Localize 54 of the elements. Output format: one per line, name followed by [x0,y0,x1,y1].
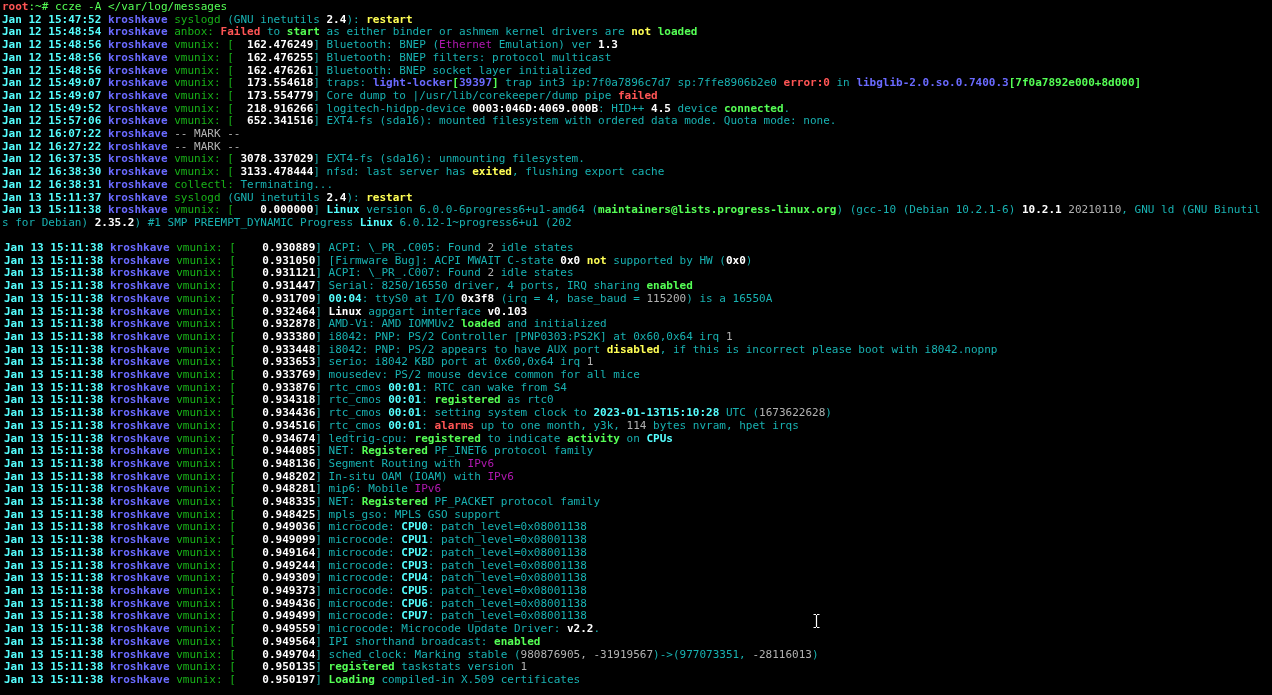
log-line: Jan 12 16:27:22 kroshkave -- MARK -- [2,140,241,154]
log-line: Jan 13 15:11:38 kroshkave vmunix: [ 0.949559] microcode: Microcode Update Driver: v2.2. [4,623,601,636]
log-line: Jan 13 15:11:38 kroshkave vmunix: [ 0.931121] ACPI: \_PR_.C007: Found 2 idle states [4,267,574,281]
log-line: Jan 13 15:11:38 kroshkave vmunix: [ 0.934516] rtc_cmos 00:01: alarms up to one month, y3k, 114 bytes nvram, hpet irqs [4,419,799,433]
log-line: s for Debian) 2.35.2) #1 SMP PREEMPT_DYNAMIC Progress Linux 6.0.12-1~progress6+u1 (202 [2,216,572,230]
log-line: Jan 13 15:11:38 kroshkave vmunix: [ 0.944085] NET: Registered PF_INET6 protocol family [4,445,594,458]
log-line: Jan 12 16:38:30 kroshkave vmunix: [ 3133.478444] nfsd: last server has exited, flushing export cache [2,166,665,179]
log-line: Jan 13 15:11:38 kroshkave vmunix: [ 0.949564] IPI shorthand broadcast: enabled [4,635,541,649]
log-line: Jan 13 15:11:38 kroshkave vmunix: [ 0.930889] ACPI: \_PR_.C005: Found 2 idle states [4,242,574,255]
log-line: Jan 12 15:57:06 kroshkave vmunix: [ 652.341516] EXT4-fs (sda16): mounted filesystem with ordered data mode. Quota mode: none. [2,115,837,129]
log-line: Jan 12 15:49:07 kroshkave vmunix: [ 173.554618] traps: light-locker[39397] trap int3 ip:7f0a7896c7d7 sp:7ffe8906b2e0 error:0 in libglib-2.0.so.0.7400.3[7f0a7892e000+8d000] [2,77,1142,90]
log-line: Jan 13 15:11:38 kroshkave vmunix: [ 0.933448] i8042: PNP: PS/2 appears to have AUX port disabled, if this is incorrect please boot with i8042.nopnp [4,343,998,357]
log-line: Jan 13 15:11:38 kroshkave vmunix: [ 0.932878] AMD-Vi: AMD IOMMUv2 loaded and initialized [4,318,607,331]
log-line: Jan 13 15:11:38 kroshkave vmunix: [ 0.950135] registered taskstats version 1 [4,661,528,674]
log-line: Jan 13 15:11:38 kroshkave vmunix: [ 0.948202] In-situ OAM (IOAM) with IPv6 [4,470,514,484]
log-line: Jan 13 15:11:38 kroshkave vmunix: [ 0.949164] microcode: CPU2: patch_level=0x08001138 [4,546,587,560]
log-line: Jan 13 15:11:38 kroshkave vmunix: [ 0.933380] i8042: PNP: PS/2 Controller [PNP0303:PS2K] at 0x60,0x64 irq 1 [4,330,733,344]
log-line: Jan 13 15:11:38 kroshkave vmunix: [ 0.949244] microcode: CPU3: patch_level=0x08001138 [4,559,587,573]
log-line: Jan 13 15:11:38 kroshkave vmunix: [ 0.949704] sched_clock: Marking stable (980876905, -31919567)->(977073351, -28116013) [4,648,819,662]
text-cursor-icon [813,614,820,628]
log-line: Jan 13 15:11:38 kroshkave vmunix: [ 0.933653] serio: i8042 KBD port at 0x60,0x64 irq 1 [4,356,594,370]
log-line: Jan 13 15:11:38 kroshkave vmunix: [ 0.950197] Loading compiled-in X.509 certificates [4,673,581,687]
log-line: Jan 13 15:11:38 kroshkave vmunix: [ 0.949499] microcode: CPU7: patch_level=0x08001138 [4,610,587,624]
log-line: Jan 12 15:48:54 kroshkave anbox: Failed to start as either binder or ashmem kernel drivers are not loaded [2,26,698,40]
log-line: Jan 13 15:11:38 kroshkave vmunix: [ 0.934674] ledtrig-cpu: registered to indicate activity on CPUs [4,432,673,445]
log-line: Jan 13 15:11:38 kroshkave vmunix: [ 0.000000] Linux version 6.0.0-6progress6+u1-amd64 (maintainers@lists.progress-linux.org) (gcc-10 (Debian 10.2.1-6) 10.2.1 20210110, GNU ld (GNU Binutil [2,204,1261,217]
log-line: Jan 13 15:11:38 kroshkave vmunix: [ 0.949036] microcode: CPU0: patch_level=0x08001138 [4,521,587,535]
log-line: Jan 13 15:11:38 kroshkave vmunix: [ 0.948335] NET: Registered PF_PACKET protocol family [4,496,601,509]
log-line: Jan 13 15:11:38 kroshkave vmunix: [ 0.949436] microcode: CPU6: patch_level=0x08001138 [4,597,587,611]
log-line: root:~# ccze -A </var/log/messages [2,1,228,14]
log-line: Jan 13 15:11:38 kroshkave vmunix: [ 0.931447] Serial: 8250/16550 driver, 4 ports, IRQ sharing enabled [4,280,693,293]
log-line: Jan 12 16:37:35 kroshkave vmunix: [ 3078.337029] EXT4-fs (sda16): unmounting filesystem. [2,153,585,166]
log-line: Jan 13 15:11:38 kroshkave vmunix: [ 0.931709] 00:04: ttyS0 at I/O 0x3f8 (irq = 4, base_baud = 115200) is a 16550A [4,292,773,306]
log-line: Jan 13 15:11:38 kroshkave vmunix: [ 0.948425] mpls_gso: MPLS GSO support [4,508,501,522]
log-line: Jan 13 15:11:38 kroshkave vmunix: [ 0.931050] [Firmware Bug]: ACPI MWAIT C-state 0x0 not supported by HW (0x0) [4,254,753,268]
log-line: Jan 13 15:11:38 kroshkave vmunix: [ 0.948281] mip6: Mobile IPv6 [4,483,442,496]
log-line: Jan 13 15:11:38 kroshkave vmunix: [ 0.933876] rtc_cmos 00:01: RTC can wake from S4 [4,381,567,394]
log-line: Jan 13 15:11:38 kroshkave vmunix: [ 0.934318] rtc_cmos 00:01: registered as rtc0 [4,394,554,408]
log-line: Jan 12 16:38:31 kroshkave collectl: Terminating... [2,178,334,192]
log-line: Jan 12 15:49:07 kroshkave vmunix: [ 173.554779] Core dump to |/usr/lib/corekeeper/dump pipe failed [2,89,658,103]
log-line: Jan 12 15:48:56 kroshkave vmunix: [ 162.476255] Bluetooth: BNEP filters: protocol multicast [2,51,612,65]
log-line: Jan 13 15:11:38 kroshkave vmunix: [ 0.948136] Segment Routing with IPv6 [4,457,495,471]
log-line: Jan 13 15:11:38 kroshkave vmunix: [ 0.949099] microcode: CPU1: patch_level=0x08001138 [4,534,587,547]
log-line: Jan 13 15:11:38 kroshkave vmunix: [ 0.949309] microcode: CPU4: patch_level=0x08001138 [4,572,587,585]
log-line: Jan 12 15:49:52 kroshkave vmunix: [ 218.916266] logitech-hidpp-device 0003:046D:4069.000B: HID++ 4.5 device connected. [2,102,791,116]
log-line: Jan 12 16:07:22 kroshkave -- MARK -- [2,128,241,141]
log-line: Jan 13 15:11:37 kroshkave syslogd (GNU inetutils 2.4): restart [2,191,413,204]
log-line: Jan 13 15:11:38 kroshkave vmunix: [ 0.933769] mousedev: PS/2 mouse device common for all mice [4,369,640,382]
log-line: Jan 12 15:48:56 kroshkave vmunix: [ 162.476261] Bluetooth: BNEP socket layer initialized [2,64,592,77]
log-line: Jan 13 15:11:38 kroshkave vmunix: [ 0.949373] microcode: CPU5: patch_level=0x08001138 [4,585,587,598]
log-line: Jan 12 15:47:52 kroshkave syslogd (GNU inetutils 2.4): restart [2,13,413,26]
log-line: Jan 13 15:11:38 kroshkave vmunix: [ 0.932464] Linux agpgart interface v0.103 [4,305,528,319]
log-line: Jan 13 15:11:38 kroshkave vmunix: [ 0.934436] rtc_cmos 00:01: setting system clock to 2023-01-13T15:10:28 UTC (1673622628) [4,407,832,420]
log-line: Jan 12 15:48:56 kroshkave vmunix: [ 162.476249] Bluetooth: BNEP (Ethernet Emulation) ver 1.3 [2,39,618,52]
